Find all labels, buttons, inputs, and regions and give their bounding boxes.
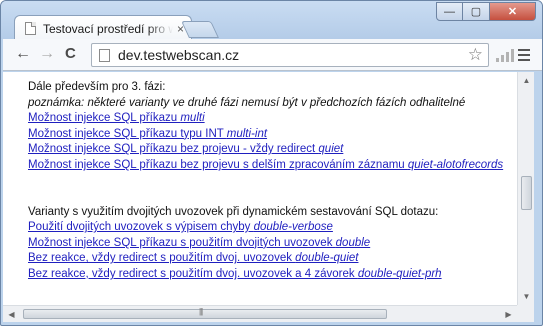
browser-window: Testovací prostředí pro w × — ▢ ✕ ← → C …: [0, 0, 543, 326]
close-window-button[interactable]: ✕: [490, 2, 536, 21]
bookmark-star-icon[interactable]: ☆: [468, 45, 483, 65]
vertical-scroll-thumb[interactable]: [521, 176, 532, 210]
url-text[interactable]: dev.testwebscan.cz: [118, 47, 468, 63]
intro-text: Dále především pro 3. fázi:: [28, 81, 166, 93]
maximize-button[interactable]: ▢: [463, 2, 490, 21]
section-double-heading: Varianty s využitím dvojitých uvozovek p…: [28, 205, 439, 218]
back-arrow-icon[interactable]: ←: [15, 46, 31, 62]
scroll-corner: [517, 305, 534, 322]
link-quiet-alotofrecords[interactable]: Možnost injekce SQL příkazu bez projevu …: [28, 159, 503, 171]
tab-title: Testovací prostředí pro w: [43, 21, 173, 36]
title-bar: Testovací prostředí pro w × — ▢ ✕: [1, 1, 542, 41]
forward-arrow-icon[interactable]: →: [39, 46, 55, 62]
link-double-quiet-prh[interactable]: Bez reakce, vždy redirect s použitím dvo…: [28, 268, 442, 280]
scroll-up-icon[interactable]: ▲: [518, 72, 535, 89]
scroll-right-icon[interactable]: ▶: [500, 306, 517, 322]
page-content: Dále především pro 3. fázi: poznámka: ně…: [28, 80, 503, 283]
window-controls: — ▢ ✕: [436, 2, 536, 21]
scroll-left-icon[interactable]: ◀: [3, 306, 20, 322]
page-favicon-icon: [25, 22, 36, 35]
link-multi-int[interactable]: Možnost injekce SQL příkazu typu INT mul…: [28, 128, 267, 140]
scroll-down-icon[interactable]: ▼: [518, 288, 535, 305]
signal-bars-icon[interactable]: [496, 49, 514, 62]
link-double[interactable]: Možnost injekce SQL příkazu s použitím d…: [28, 237, 370, 249]
vertical-scrollbar[interactable]: ▲ ▼: [517, 72, 534, 305]
address-bar[interactable]: dev.testwebscan.cz ☆: [91, 43, 489, 67]
link-double-verbose[interactable]: Použití dvojitých uvozovek s výpisem chy…: [28, 221, 333, 233]
link-double-quiet[interactable]: Bez reakce, vždy redirect s použitím dvo…: [28, 252, 358, 264]
link-quiet[interactable]: Možnost injekce SQL příkazu bez projevu …: [28, 143, 343, 155]
page-viewport: Dále především pro 3. fázi: poznámka: ně…: [3, 72, 525, 307]
page-icon: [99, 48, 110, 62]
minimize-button[interactable]: —: [436, 2, 463, 21]
scroll-grip-icon: |||: [199, 307, 203, 316]
horizontal-scrollbar[interactable]: ◀ ||| ▶: [3, 305, 517, 322]
horizontal-scroll-thumb[interactable]: [23, 309, 387, 319]
browser-tab[interactable]: Testovací prostředí pro w ×: [14, 15, 192, 41]
browser-toolbar: ← → C dev.testwebscan.cz ☆: [3, 39, 542, 71]
menu-icon[interactable]: [518, 49, 530, 64]
note-text: poznámka: některé varianty ve druhé fázi…: [28, 96, 466, 109]
link-multi[interactable]: Možnost injekce SQL příkazu multi: [28, 112, 205, 124]
reload-icon[interactable]: C: [65, 46, 76, 62]
